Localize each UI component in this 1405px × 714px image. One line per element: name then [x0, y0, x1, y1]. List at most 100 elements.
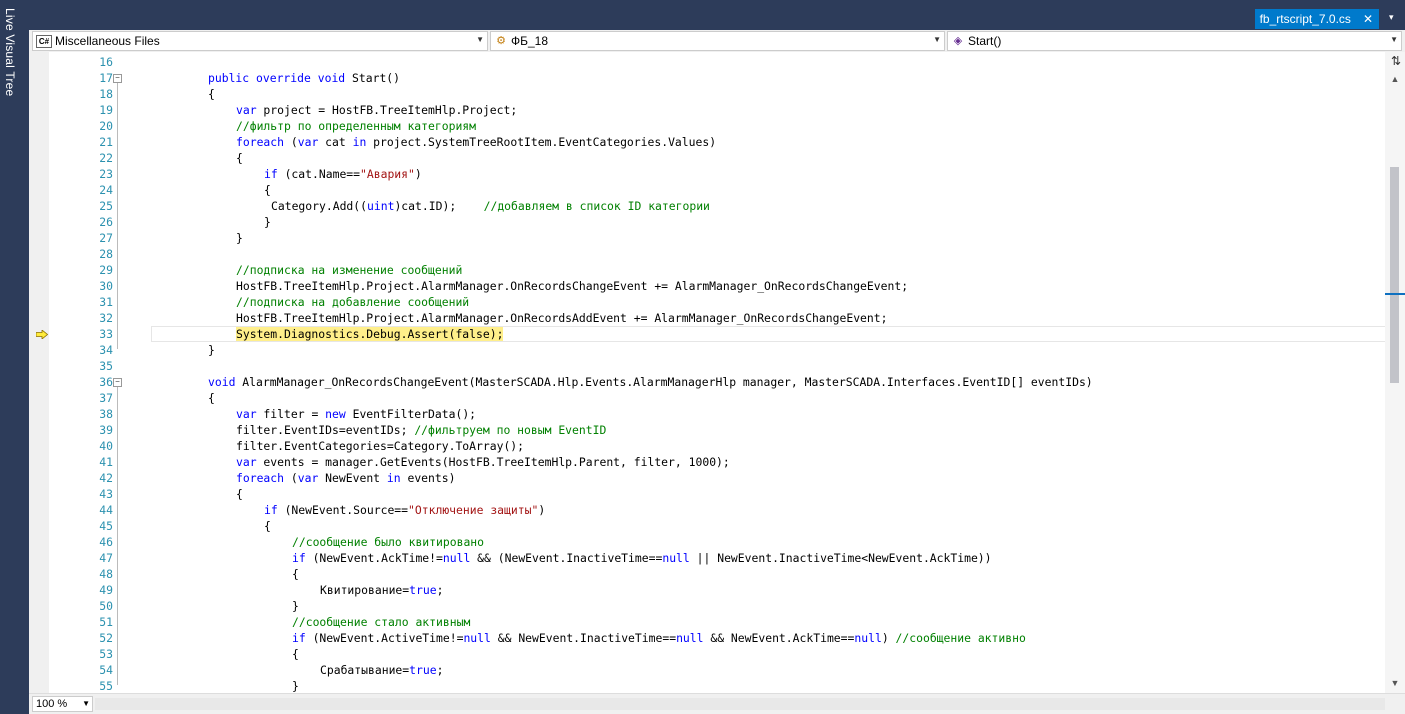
code-line[interactable]: //фильтр по определенным категориям — [236, 118, 476, 134]
document-tab-bar: fb_rtscript_7.0.cs ✕ ▾ — [24, 0, 1405, 30]
code-token: (cat.Name== — [277, 167, 361, 181]
code-token: filter = — [256, 407, 326, 421]
code-line[interactable]: foreach (var cat in project.SystemTreeRo… — [236, 134, 716, 150]
code-line[interactable]: { — [264, 182, 271, 198]
code-line[interactable]: Срабатывание=true; — [320, 662, 443, 678]
line-number: 44 — [99, 503, 113, 517]
code-line[interactable]: //сообщение стало активным — [292, 614, 470, 630]
keyword-token: null — [854, 631, 882, 645]
horizontal-scrollbar[interactable] — [95, 698, 1385, 710]
left-tool-strip: Live Visual Tree — [0, 0, 24, 713]
method-icon: ◈ — [953, 34, 963, 47]
code-token: { — [292, 567, 299, 581]
keyword-token: var — [236, 407, 257, 421]
type-dropdown[interactable]: ⚙ ФБ_18 ▼ — [490, 31, 945, 51]
code-line[interactable]: } — [264, 214, 271, 230]
scroll-down-icon[interactable]: ▼ — [1389, 678, 1401, 690]
code-line[interactable]: //сообщение было квитировано — [292, 534, 484, 550]
line-number: 54 — [99, 663, 113, 677]
code-line[interactable]: Квитирование=true; — [320, 582, 443, 598]
code-line[interactable]: } — [236, 230, 243, 246]
glyph-margin[interactable] — [29, 52, 49, 693]
keyword-token: true — [409, 583, 437, 597]
code-line[interactable]: { — [292, 566, 299, 582]
code-line[interactable]: //подписка на изменение сообщений — [236, 262, 462, 278]
editor-bottom-bar: 100 % ▼ — [29, 693, 1405, 714]
code-line[interactable]: { — [236, 150, 243, 166]
split-icon[interactable]: ⇅ — [1389, 54, 1403, 68]
line-number: 49 — [99, 583, 113, 597]
code-token: filter.EventCategories=Category.ToArray(… — [236, 439, 525, 453]
code-token: || NewEvent.InactiveTime<NewEvent.AckTim… — [689, 551, 992, 565]
member-dropdown[interactable]: ◈ Start() ▼ — [947, 31, 1402, 51]
code-line[interactable]: if (cat.Name=="Авария") — [264, 166, 422, 182]
line-number: 43 — [99, 487, 113, 501]
code-line[interactable]: void AlarmManager_OnRecordsChangeEvent(M… — [208, 374, 1093, 390]
code-line[interactable]: Category.Add((uint)cat.ID); //добавляем … — [271, 198, 710, 214]
zoom-value: 100 % — [36, 698, 68, 710]
line-number: 46 — [99, 535, 113, 549]
code-token: && NewEvent.AckTime== — [703, 631, 855, 645]
live-visual-tree-tab[interactable]: Live Visual Tree — [3, 8, 17, 96]
navigation-bar: C# Miscellaneous Files ▼ ⚙ ФБ_18 ▼ ◈ Sta… — [29, 30, 1405, 53]
code-line[interactable]: { — [264, 518, 271, 534]
code-token: { — [236, 151, 243, 165]
code-line[interactable]: { — [236, 486, 243, 502]
code-line[interactable]: if (NewEvent.AckTime!=null && (NewEvent.… — [292, 550, 992, 566]
code-line[interactable]: } — [292, 678, 299, 693]
code-line[interactable]: if (NewEvent.ActiveTime!=null && NewEven… — [292, 630, 1026, 646]
vertical-scrollbar[interactable]: ⇅ ▲ ▼ — [1385, 52, 1405, 693]
keyword-token: null — [463, 631, 491, 645]
comment-token: //фильтруем по новым EventID — [414, 423, 607, 437]
code-line[interactable]: var project = HostFB.TreeItemHlp.Project… — [236, 102, 517, 118]
scroll-up-icon[interactable]: ▲ — [1389, 74, 1401, 86]
close-icon[interactable]: ✕ — [1363, 12, 1373, 26]
code-line[interactable]: HostFB.TreeItemHlp.Project.AlarmManager.… — [236, 278, 908, 294]
keyword-token: var — [236, 455, 257, 469]
code-token: { — [292, 647, 299, 661]
comment-token: //сообщение было квитировано — [292, 535, 485, 549]
keyword-token: foreach — [236, 471, 285, 485]
collapse-icon[interactable]: − — [113, 74, 122, 83]
code-token: { — [236, 487, 243, 501]
code-token: ( — [284, 135, 298, 149]
code-line[interactable]: } — [208, 342, 215, 358]
code-area[interactable]: 16 17 18 19 20 21 22 23 24 25 26 27 28 29 30 31 32 33 34 35… — [29, 52, 1385, 693]
scrollbar-thumb[interactable] — [1390, 167, 1399, 383]
keyword-token: true — [409, 663, 437, 677]
code-line[interactable]: foreach (var NewEvent in events) — [236, 470, 455, 486]
code-line[interactable]: filter.EventCategories=Category.ToArray(… — [236, 438, 524, 454]
comment-token: //фильтр по определенным категориям — [236, 119, 477, 133]
code-line[interactable]: //подписка на добавление сообщений — [236, 294, 469, 310]
code-line[interactable]: if (NewEvent.Source=="Отключение защиты"… — [264, 502, 545, 518]
chevron-down-icon[interactable]: ▾ — [1389, 12, 1399, 22]
code-line[interactable]: public override void Start() — [208, 70, 400, 86]
zoom-dropdown[interactable]: 100 % ▼ — [32, 696, 93, 712]
line-number: 50 — [99, 599, 113, 613]
keyword-token: if — [292, 551, 306, 565]
code-token: Срабатывание= — [320, 663, 410, 677]
code-line[interactable]: { — [208, 390, 215, 406]
code-token: ( — [284, 471, 298, 485]
code-line[interactable]: filter.EventIDs=eventIDs; //фильтруем по… — [236, 422, 606, 438]
collapse-icon[interactable]: − — [113, 378, 122, 387]
keyword-token: if — [264, 167, 278, 181]
document-tab[interactable]: fb_rtscript_7.0.cs ✕ — [1254, 9, 1379, 29]
code-line[interactable]: var events = manager.GetEvents(HostFB.Tr… — [236, 454, 730, 470]
project-dropdown[interactable]: C# Miscellaneous Files ▼ — [32, 31, 488, 51]
code-line[interactable]: { — [208, 86, 215, 102]
code-token: (NewEvent.AckTime!= — [305, 551, 443, 565]
keyword-token: if — [292, 631, 306, 645]
string-token: "Авария" — [360, 167, 415, 181]
code-line[interactable]: HostFB.TreeItemHlp.Project.AlarmManager.… — [236, 310, 888, 326]
line-number: 22 — [99, 151, 113, 165]
chevron-down-icon: ▼ — [82, 699, 90, 708]
code-token: System.Diagnostics.Debug.Assert(false); — [236, 327, 504, 341]
chevron-down-icon: ▼ — [933, 35, 941, 44]
code-line[interactable]: var filter = new EventFilterData(); — [236, 406, 476, 422]
code-line[interactable]: System.Diagnostics.Debug.Assert(false); — [236, 326, 504, 342]
code-line[interactable]: } — [292, 598, 299, 614]
outline-guide — [117, 83, 118, 349]
code-line[interactable]: { — [292, 646, 299, 662]
line-number: 34 — [99, 343, 113, 357]
